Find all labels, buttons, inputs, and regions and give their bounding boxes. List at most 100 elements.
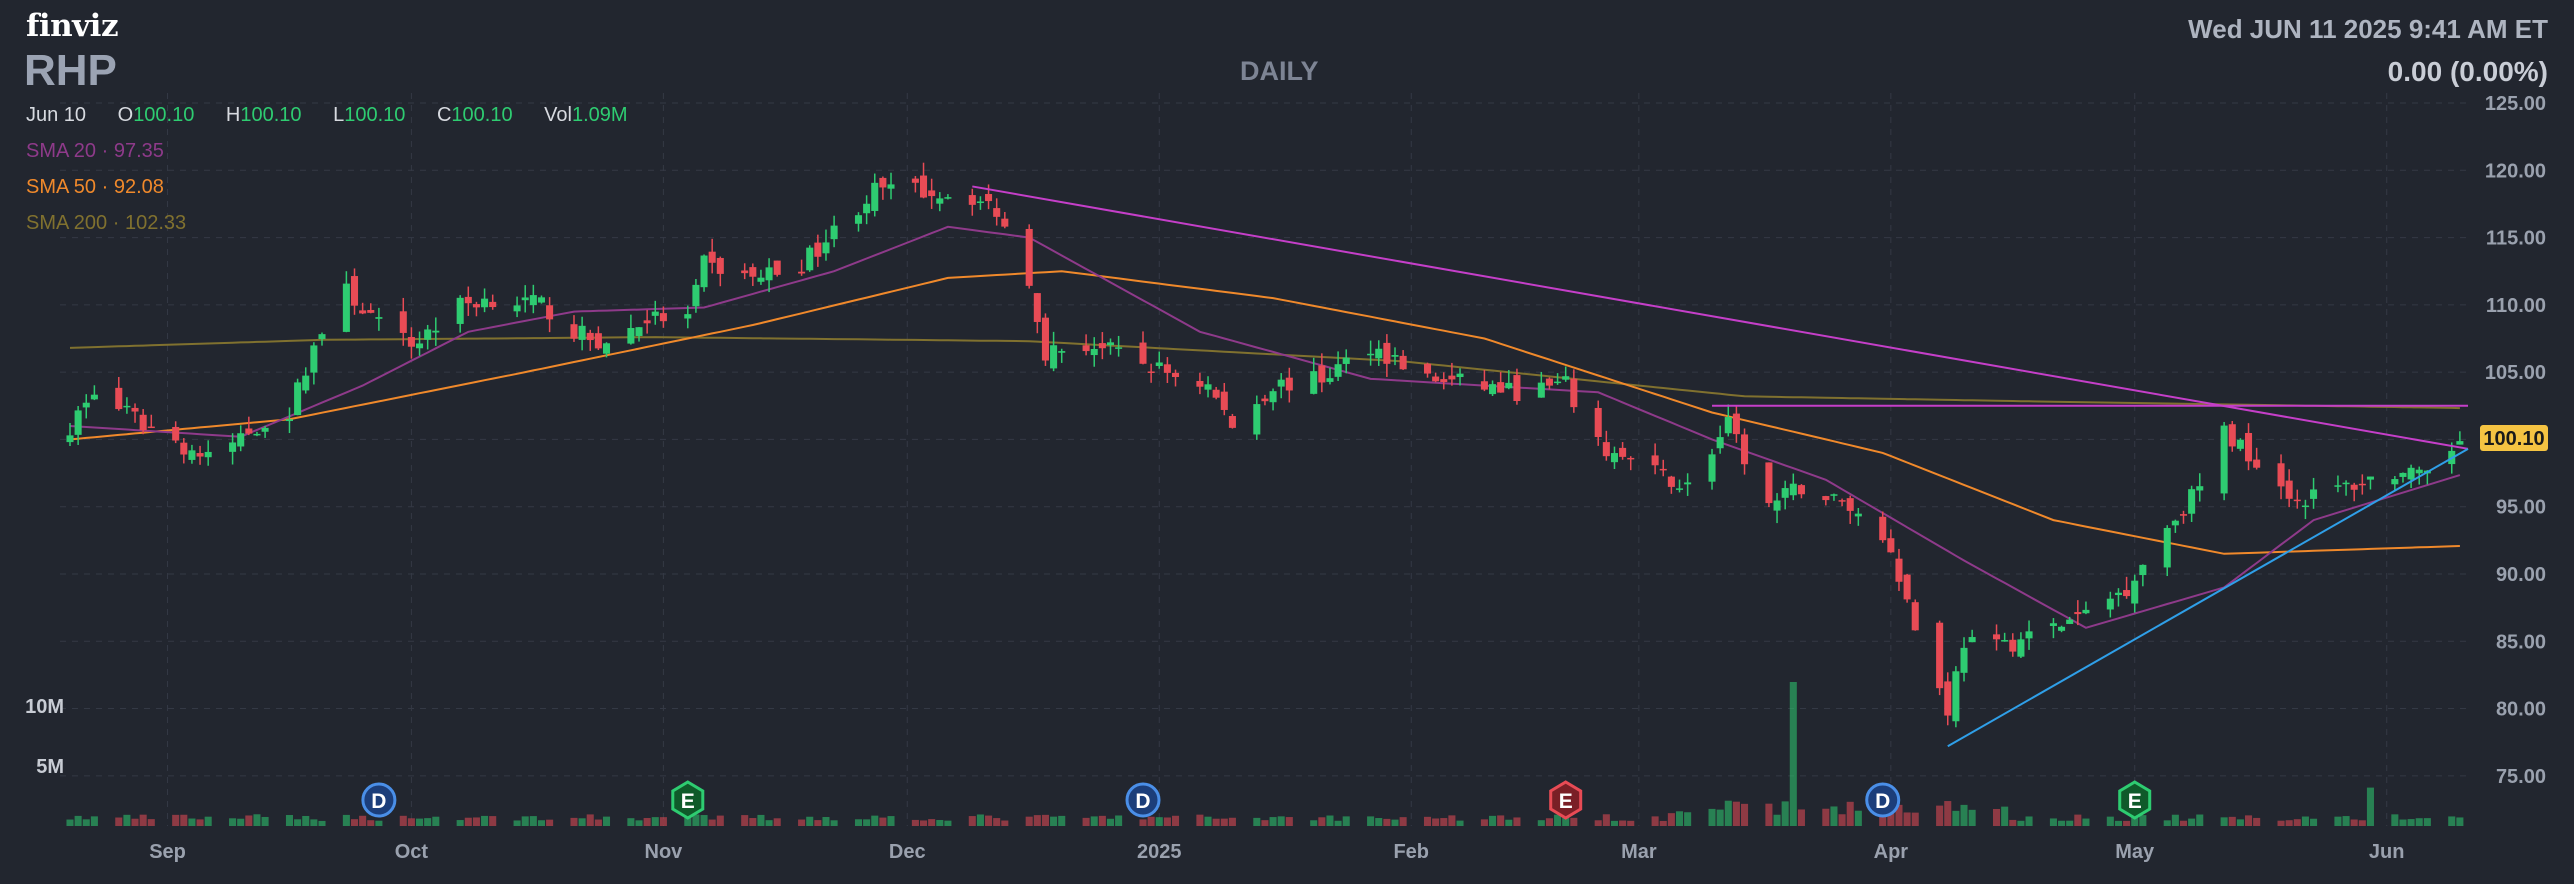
- candle-body: [2342, 482, 2350, 485]
- open-value: 100.10: [133, 104, 195, 126]
- price-tick-label: 80.00: [2496, 699, 2546, 721]
- volume-bar: [82, 819, 90, 826]
- event-markers[interactable]: DEDEDE: [361, 780, 2152, 820]
- price-tick-label: 120.00: [2485, 160, 2546, 182]
- volume-bar: [1797, 809, 1805, 826]
- candle-body: [578, 325, 586, 340]
- candle-body: [513, 305, 521, 312]
- current-price-label: 100.10: [2480, 425, 2548, 452]
- volume-bar: [1911, 812, 1919, 826]
- volume-bar: [172, 814, 180, 826]
- volume-bar: [1334, 820, 1342, 826]
- volume-bar: [1716, 809, 1724, 826]
- volume-bar: [1375, 818, 1383, 826]
- volume-bar: [2399, 819, 2407, 826]
- date-tick-label: Mar: [1621, 841, 1657, 863]
- volume-bar: [1432, 818, 1440, 826]
- candle-body: [1277, 379, 1285, 387]
- volume-bar: [1058, 815, 1066, 826]
- volume-bar: [367, 820, 375, 826]
- volume-value: 1.09M: [571, 104, 628, 126]
- trendlines[interactable]: [972, 185, 2469, 748]
- volume-bar: [1367, 816, 1375, 826]
- volume-bar: [919, 820, 928, 826]
- volume-bar: [489, 816, 497, 826]
- volume-bar: [1041, 814, 1049, 826]
- dividend-marker: D: [361, 782, 397, 818]
- volume-bar: [2342, 816, 2350, 826]
- volume-bar: [2058, 820, 2066, 826]
- sma200-value: 102.33: [124, 212, 187, 234]
- candle-body: [2066, 619, 2074, 624]
- volume-bar: [1440, 818, 1448, 826]
- candle-body: [253, 433, 261, 436]
- candle-body: [1627, 457, 1635, 460]
- candle-body: [863, 203, 871, 214]
- volume-bar: [1310, 820, 1318, 826]
- volume-bar: [1147, 816, 1155, 826]
- volume-bar: [1675, 811, 1684, 826]
- sma200-legend[interactable]: SMA 200 · 102.33: [26, 212, 186, 235]
- volume-bar: [2456, 817, 2464, 826]
- volume-bar: [1594, 820, 1602, 826]
- candle-body: [464, 296, 472, 304]
- candle-body: [1822, 496, 1830, 501]
- candle-body: [1480, 381, 1488, 390]
- finviz-logo[interactable]: finviz: [26, 8, 119, 44]
- candle-body: [375, 317, 383, 319]
- timeframe-label[interactable]: DAILY: [1240, 56, 1319, 87]
- volume-bar: [627, 818, 635, 826]
- candle-body: [854, 215, 863, 224]
- volume-bar: [2220, 817, 2228, 826]
- volume-bar: [1838, 814, 1846, 826]
- volume-bar: [66, 819, 74, 826]
- candle-body: [2106, 598, 2114, 610]
- volume-bar: [285, 815, 294, 826]
- date-tick-label: May: [2115, 841, 2155, 863]
- candle-body: [749, 267, 757, 277]
- volume-bar: [1456, 820, 1464, 826]
- candle-body: [651, 311, 659, 316]
- volume-bar: [2448, 816, 2456, 826]
- volume-bar: [2310, 818, 2318, 826]
- volume-bar: [2114, 820, 2122, 826]
- volume-bar: [1773, 814, 1781, 826]
- candle-body: [2301, 505, 2309, 508]
- candle-body: [814, 242, 822, 257]
- volume-bar: [928, 819, 936, 826]
- volume-bar: [871, 815, 879, 826]
- candle-body: [2196, 486, 2204, 491]
- price-chart[interactable]: DEDEDE 75.0080.0085.0090.0095.00100.0010…: [0, 0, 2574, 884]
- volume-bar: [1228, 817, 1236, 826]
- candle-body: [1895, 558, 1903, 582]
- volume-bar: [659, 817, 667, 826]
- candle-body: [692, 284, 700, 307]
- sma20-legend[interactable]: SMA 20 · 97.35: [26, 140, 164, 163]
- event-letter: D: [1135, 790, 1150, 813]
- candle-body: [602, 343, 611, 354]
- candle-body: [1171, 372, 1180, 378]
- sma50-label: SMA 50: [26, 176, 97, 198]
- candle-body: [481, 298, 489, 308]
- volume-bar: [2001, 806, 2009, 826]
- volume-bar: [944, 820, 952, 826]
- volume-bar: [1619, 820, 1627, 826]
- volume-bar: [407, 818, 415, 826]
- volume-bar: [2179, 820, 2188, 826]
- volume-bar: [1789, 682, 1797, 826]
- current-price-text: 100.10: [2483, 428, 2544, 450]
- volume-bar: [570, 817, 578, 826]
- volume-bar: [432, 816, 440, 826]
- volume-bar: [1448, 815, 1456, 826]
- volume-bar: [2188, 818, 2196, 826]
- volume-bar: [1944, 801, 1952, 826]
- candle-body: [1879, 516, 1887, 541]
- earnings-marker: E: [1549, 780, 1583, 820]
- candle-body: [1545, 378, 1553, 386]
- volume-bar: [399, 815, 407, 826]
- candle-body: [261, 427, 269, 432]
- volume-bar: [2106, 816, 2114, 826]
- candle-body: [773, 260, 781, 275]
- candle-body: [1789, 483, 1797, 496]
- sma50-legend[interactable]: SMA 50 · 92.08: [26, 176, 164, 199]
